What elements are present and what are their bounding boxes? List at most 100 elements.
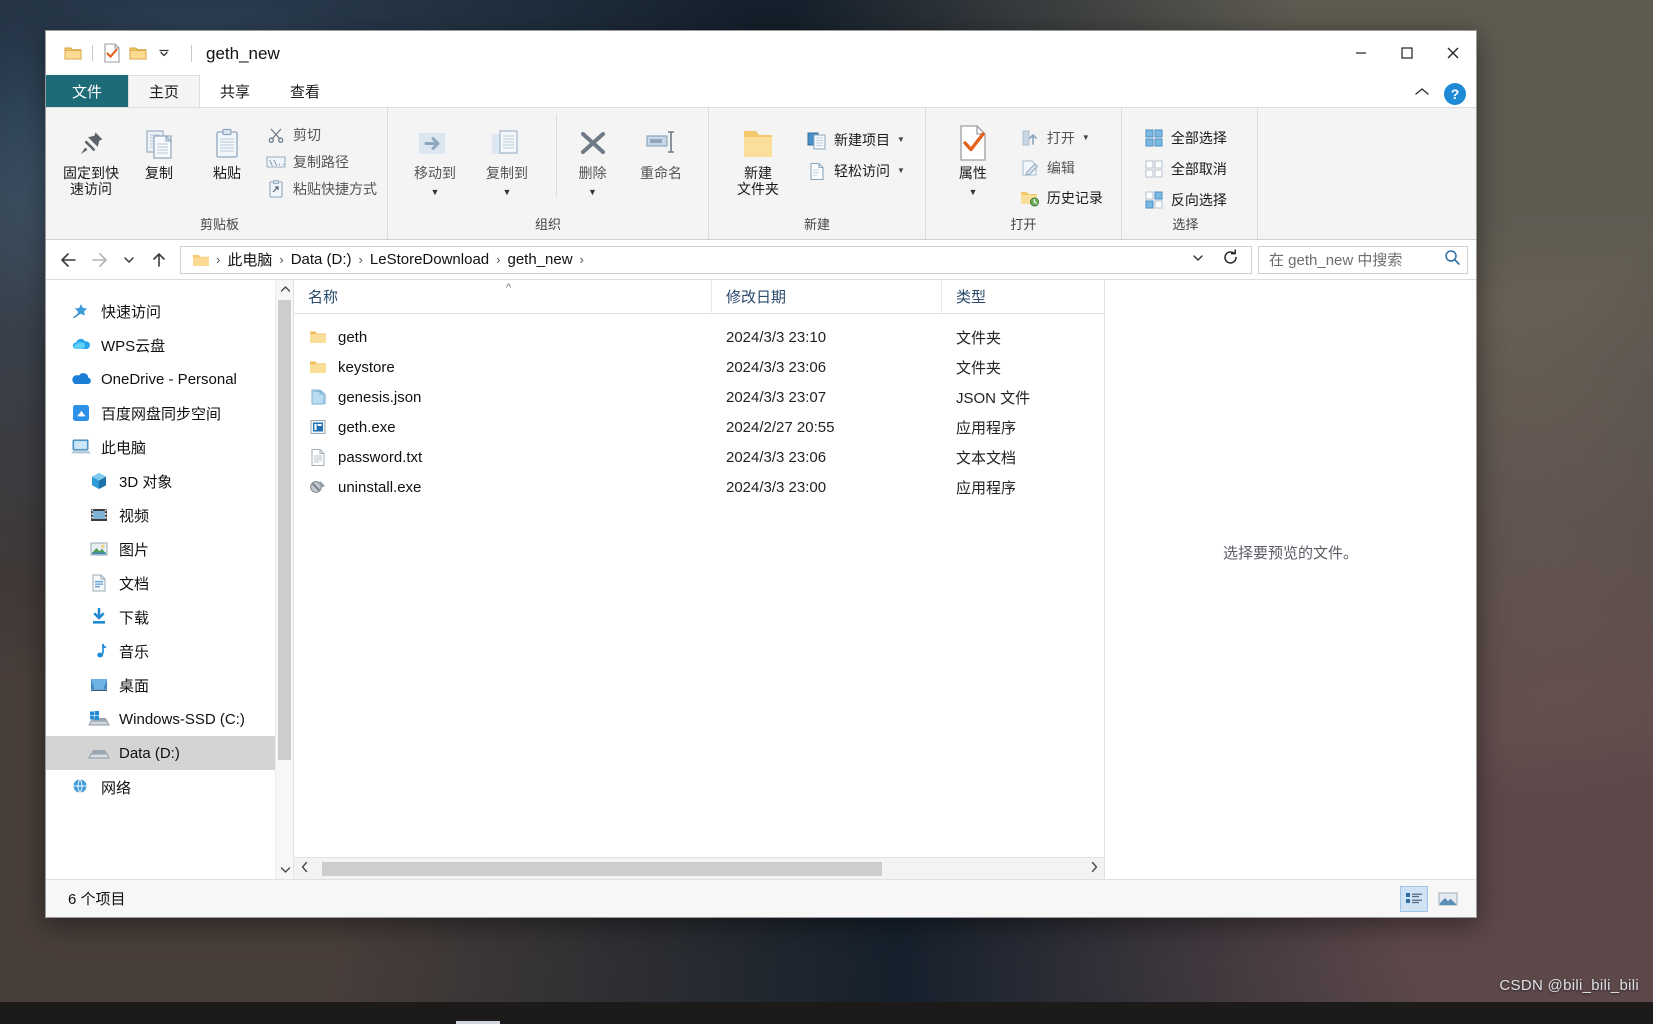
qat-separator	[92, 45, 93, 61]
maximize-icon[interactable]	[1384, 31, 1430, 75]
cut-button[interactable]: 剪切	[262, 123, 381, 147]
minimize-icon[interactable]	[1338, 31, 1384, 75]
sidebar-item-music[interactable]: 音乐	[46, 634, 293, 668]
sidebar-item-quick-access[interactable]: 快速访问	[46, 294, 293, 328]
delete-label: 删除	[579, 166, 607, 182]
sidebar-item-desktop[interactable]: 桌面	[46, 668, 293, 702]
tab-home[interactable]: 主页	[128, 75, 200, 107]
tab-file[interactable]: 文件	[46, 75, 128, 107]
invert-selection-button[interactable]: 反向选择	[1140, 188, 1231, 212]
breadcrumb-geth-new[interactable]: geth_new	[503, 251, 576, 268]
easy-access-label: 轻松访问	[834, 161, 890, 181]
sidebar-item-downloads[interactable]: 下载	[46, 600, 293, 634]
history-label: 历史记录	[1047, 188, 1103, 208]
sidebar-item-pictures[interactable]: 图片	[46, 532, 293, 566]
breadcrumb-data-d[interactable]: Data (D:)	[287, 251, 356, 268]
table-row[interactable]: geth.exe 2024/2/27 20:55 应用程序	[294, 412, 1104, 442]
copy-to-button[interactable]: 复制到 ▼	[474, 114, 540, 197]
sidebar-item-videos[interactable]: 视频	[46, 498, 293, 532]
scroll-left-icon[interactable]	[294, 861, 314, 876]
search-input[interactable]: 在 geth_new 中搜索	[1269, 249, 1438, 270]
close-icon[interactable]	[1430, 31, 1476, 75]
pin-to-quick-access-button[interactable]: 固定到快 速访问	[58, 114, 124, 197]
tab-share[interactable]: 共享	[200, 75, 270, 107]
column-type[interactable]: 类型	[942, 280, 1042, 314]
sidebar-item-windows-ssd-c[interactable]: Windows-SSD (C:)	[46, 702, 293, 736]
breadcrumb-this-pc[interactable]: 此电脑	[223, 249, 276, 270]
paste-button[interactable]: 粘贴	[194, 114, 260, 182]
select-none-button[interactable]: 全部取消	[1140, 157, 1231, 181]
search-box[interactable]: 在 geth_new 中搜索	[1258, 246, 1468, 274]
chevron-down-icon[interactable]	[1182, 251, 1214, 268]
copy-button[interactable]: 复制	[126, 114, 192, 182]
chevron-down-icon[interactable]	[151, 40, 177, 66]
tab-view[interactable]: 查看	[270, 75, 340, 107]
folder-icon[interactable]	[60, 40, 86, 66]
sidebar-item-this-pc[interactable]: 此电脑	[46, 430, 293, 464]
move-to-button[interactable]: 移动到 ▼	[402, 114, 468, 197]
search-icon[interactable]	[1444, 249, 1461, 271]
new-folder-button[interactable]: 新建 文件夹	[725, 114, 791, 197]
edit-button[interactable]: 编辑	[1016, 156, 1107, 180]
navigation-scrollbar[interactable]	[275, 280, 293, 879]
scroll-right-icon[interactable]	[1084, 861, 1104, 876]
table-row[interactable]: geth 2024/3/3 23:10 文件夹	[294, 322, 1104, 352]
new-item-caret-icon[interactable]: ▼	[897, 136, 905, 144]
open-button[interactable]: 打开 ▼	[1016, 126, 1107, 150]
sidebar-item-onedrive[interactable]: OneDrive - Personal	[46, 362, 293, 396]
table-row[interactable]: keystore 2024/3/3 23:06 文件夹	[294, 352, 1104, 382]
sidebar-item-data-d[interactable]: Data (D:)	[46, 736, 293, 770]
column-date-modified[interactable]: 修改日期	[712, 280, 942, 314]
table-row[interactable]: genesis.json 2024/3/3 23:07 JSON 文件	[294, 382, 1104, 412]
scroll-up-icon[interactable]	[276, 280, 294, 298]
forward-button[interactable]	[84, 245, 114, 275]
move-to-caret-icon[interactable]: ▼	[431, 187, 440, 197]
move-to-icon	[416, 122, 454, 162]
help-icon[interactable]: ?	[1444, 83, 1466, 105]
scroll-down-icon[interactable]	[276, 861, 294, 879]
back-button[interactable]	[54, 245, 84, 275]
history-button[interactable]: 历史记录	[1016, 186, 1107, 210]
new-item-button[interactable]: 新建项目 ▼	[803, 128, 909, 152]
copy-path-button[interactable]: \\... 复制路径	[262, 150, 381, 174]
copy-to-caret-icon[interactable]: ▼	[503, 187, 512, 197]
sidebar-item-baidu-netdisk[interactable]: 百度网盘同步空间	[46, 396, 293, 430]
sidebar-item-label: OneDrive - Personal	[101, 371, 237, 388]
refresh-icon[interactable]	[1214, 249, 1247, 270]
scrollbar-thumb[interactable]	[322, 862, 882, 876]
address-bar[interactable]: › 此电脑 › Data (D:) › LeStoreDownload › ge…	[180, 246, 1252, 274]
new-folder-icon[interactable]	[125, 40, 151, 66]
properties-button[interactable]: 属性 ▼	[940, 114, 1006, 197]
sidebar-item-wps-cloud[interactable]: WPS云盘	[46, 328, 293, 362]
table-row[interactable]: password.txt 2024/3/3 23:06 文本文档	[294, 442, 1104, 472]
easy-access-button[interactable]: 轻松访问 ▼	[803, 159, 909, 183]
sidebar-item-network[interactable]: 网络	[46, 770, 293, 804]
delete-caret-icon[interactable]: ▼	[588, 187, 597, 197]
easy-access-caret-icon[interactable]: ▼	[897, 167, 905, 175]
paste-shortcut-button[interactable]: 粘贴快捷方式	[262, 177, 381, 201]
copy-path-label: 复制路径	[293, 152, 349, 172]
properties-check-icon[interactable]	[99, 40, 125, 66]
rename-button[interactable]: 重命名	[628, 114, 694, 182]
open-caret-icon[interactable]: ▼	[1082, 134, 1090, 142]
sidebar-item-label: 网络	[101, 777, 131, 798]
copy-label: 复制	[145, 166, 173, 182]
sidebar-item-3d-objects[interactable]: 3D 对象	[46, 464, 293, 498]
horizontal-scrollbar[interactable]	[294, 857, 1104, 879]
scrollbar-thumb[interactable]	[278, 300, 291, 760]
cut-label: 剪切	[293, 125, 321, 145]
column-name[interactable]: 名称	[294, 280, 712, 314]
sidebar-item-documents[interactable]: 文档	[46, 566, 293, 600]
up-button[interactable]	[144, 245, 174, 275]
scrollbar-track[interactable]	[314, 861, 1084, 877]
delete-button[interactable]: 删除 ▼	[556, 114, 622, 197]
recent-locations-button[interactable]	[114, 245, 144, 275]
select-all-button[interactable]: 全部选择	[1140, 126, 1231, 150]
breadcrumb-lestoredownload[interactable]: LeStoreDownload	[366, 251, 493, 268]
chevron-up-icon[interactable]	[1412, 85, 1432, 104]
properties-caret-icon[interactable]: ▼	[968, 187, 977, 197]
copy-path-icon: \\...	[266, 152, 286, 172]
details-view-icon[interactable]	[1400, 886, 1428, 912]
table-row[interactable]: uninstall.exe 2024/3/3 23:00 应用程序	[294, 472, 1104, 502]
large-icons-view-icon[interactable]	[1434, 886, 1462, 912]
